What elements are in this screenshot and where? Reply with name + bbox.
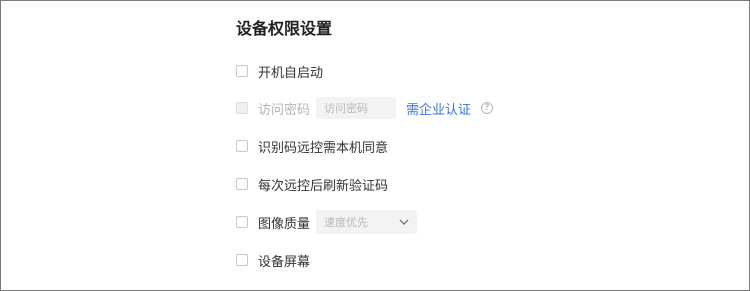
settings-panel: 设备权限设置 开机自启动 访问密码 访问密码 需企业认证 ? 识别码远控需本机同… [0,0,750,291]
option-access-password: 访问密码 访问密码 需企业认证 ? [236,96,494,120]
access-password-input: 访问密码 [316,97,397,119]
option-device-screen[interactable]: 设备屏幕 [236,248,310,272]
require-consent-checkbox[interactable] [236,140,248,152]
option-autostart[interactable]: 开机自启动 [236,59,323,83]
access-password-checkbox [236,102,248,114]
option-require-consent[interactable]: 识别码远控需本机同意 [236,134,388,158]
section-title: 设备权限设置 [236,19,333,38]
refresh-code-label: 每次远控后刷新验证码 [258,178,389,194]
option-image-quality[interactable]: 图像质量 速度优先 [236,210,418,234]
image-quality-checkbox[interactable] [236,216,248,228]
require-consent-label: 识别码远控需本机同意 [258,140,389,156]
autostart-checkbox[interactable] [236,65,248,77]
enterprise-auth-link[interactable]: 需企业认证 [406,99,471,118]
device-screen-label: 设备屏幕 [258,254,311,270]
chevron-down-icon [399,217,409,227]
device-screen-checkbox[interactable] [236,254,248,266]
access-password-label: 访问密码 [258,102,311,118]
image-quality-label: 图像质量 [258,216,311,232]
image-quality-selected: 速度优先 [324,216,369,229]
refresh-code-checkbox[interactable] [236,178,248,190]
option-refresh-code[interactable]: 每次远控后刷新验证码 [236,172,388,196]
autostart-label: 开机自启动 [258,65,324,81]
question-circle-icon[interactable]: ? [481,102,494,114]
image-quality-select[interactable]: 速度优先 [316,210,418,234]
